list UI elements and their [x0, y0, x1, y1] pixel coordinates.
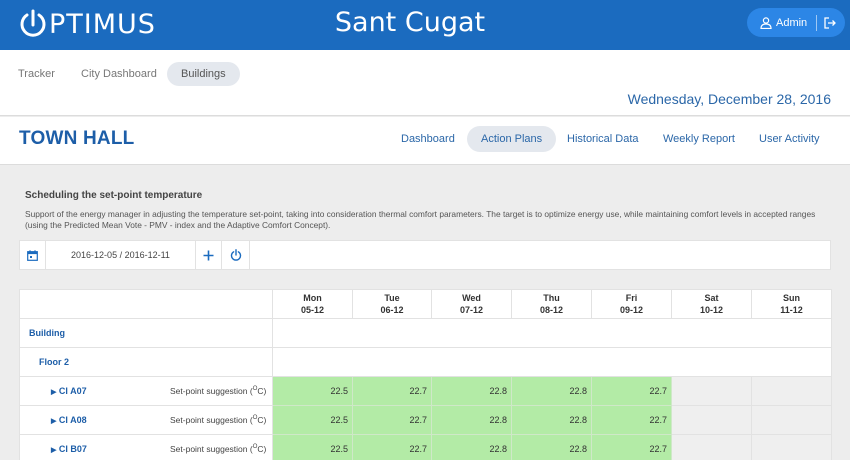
- top-header: PTIMUS Sant Cugat Admin: [0, 0, 850, 50]
- day-header: Tue 06-12: [352, 289, 432, 319]
- setpoint-cell[interactable]: 22.8: [431, 405, 512, 435]
- setpoint-cell[interactable]: 22.7: [352, 376, 432, 406]
- building-row: Building: [19, 318, 832, 348]
- suggestion-label: Set-point suggestion (OC): [170, 415, 267, 425]
- setpoint-cell[interactable]: 22.5: [272, 405, 353, 435]
- setpoint-cell[interactable]: 22.5: [272, 434, 353, 460]
- day-header: Wed 07-12: [431, 289, 512, 319]
- floor-row: Floor 2: [19, 347, 832, 377]
- nav-city-dashboard[interactable]: City Dashboard: [81, 62, 157, 86]
- empty-cell: [751, 376, 832, 406]
- room-name: CI A07: [58, 386, 87, 396]
- calendar-icon: [27, 249, 38, 261]
- setpoint-cell[interactable]: 22.8: [511, 376, 592, 406]
- day-header: Sun 11-12: [751, 289, 832, 319]
- setpoint-cell[interactable]: 22.7: [591, 376, 672, 406]
- room-name: CI A08: [58, 415, 87, 425]
- day-header: Fri 09-12: [591, 289, 672, 319]
- building-label[interactable]: Building: [19, 318, 273, 348]
- setpoint-cell[interactable]: 22.7: [591, 405, 672, 435]
- tab-user-activity[interactable]: User Activity: [759, 126, 820, 152]
- empty-cell: [671, 434, 752, 460]
- city-title: Sant Cugat: [334, 7, 486, 38]
- room-label[interactable]: ▶ CI A08 Set-point suggestion (OC): [19, 405, 273, 435]
- calendar-button[interactable]: [20, 241, 46, 269]
- table-header-row: Mon 05-12 Tue 06-12 Wed 07-12 Thu 08-12 Fri 0…: [19, 289, 832, 319]
- setpoint-cell[interactable]: 22.8: [511, 434, 592, 460]
- table-row: ▶ CI A08 Set-point suggestion (OC) 22.5 …: [19, 405, 832, 435]
- expand-icon: ▶: [51, 418, 57, 425]
- logout-icon[interactable]: [824, 16, 837, 29]
- day-header: Mon 05-12: [272, 289, 353, 319]
- nav-buildings[interactable]: Buildings: [167, 62, 240, 86]
- sub-navigation: Tracker City Dashboard Buildings Wednesd…: [0, 50, 850, 116]
- row-blank: [272, 347, 832, 377]
- day-header: Thu 08-12: [511, 289, 592, 319]
- power-button[interactable]: [222, 241, 250, 269]
- day-header: Sat 10-12: [671, 289, 752, 319]
- schedule-toolbar: 2016-12-05 / 2016-12-11: [19, 240, 831, 270]
- floor-label[interactable]: Floor 2: [19, 347, 273, 377]
- building-bar: TOWN HALL Dashboard Action Plans Histori…: [0, 117, 850, 165]
- plus-icon: [203, 250, 214, 260]
- row-blank: [272, 318, 832, 348]
- setpoint-cell[interactable]: 22.7: [591, 434, 672, 460]
- user-icon: [760, 16, 772, 29]
- user-menu[interactable]: Admin: [747, 8, 845, 37]
- table-row: ▶ CI A07 Set-point suggestion (OC) 22.5 …: [19, 376, 832, 406]
- section-title: Scheduling the set-point temperature: [25, 190, 203, 201]
- setpoint-cell[interactable]: 22.8: [511, 405, 592, 435]
- add-button[interactable]: [196, 241, 222, 269]
- table-row: ▶ CI B07 Set-point suggestion (OC) 22.5 …: [19, 434, 832, 460]
- room-label[interactable]: ▶ CI A07 Set-point suggestion (OC): [19, 376, 273, 406]
- empty-cell: [671, 376, 752, 406]
- nav-tracker[interactable]: Tracker: [18, 62, 55, 86]
- section-description: Support of the energy manager in adjusti…: [25, 209, 816, 230]
- tab-historical-data[interactable]: Historical Data: [567, 126, 639, 152]
- header-corner: [19, 289, 273, 319]
- expand-icon: ▶: [51, 389, 57, 396]
- tab-action-plans[interactable]: Action Plans: [467, 126, 557, 152]
- power-icon: [230, 249, 241, 261]
- empty-cell: [671, 405, 752, 435]
- setpoint-cell[interactable]: 22.8: [431, 434, 512, 460]
- date-range-picker[interactable]: 2016-12-05 / 2016-12-11: [46, 241, 196, 269]
- current-date: Wednesday, December 28, 2016: [627, 91, 831, 107]
- setpoint-cell[interactable]: 22.5: [272, 376, 353, 406]
- setpoint-cell[interactable]: 22.7: [352, 434, 432, 460]
- setpoint-schedule-table: Mon 05-12 Tue 06-12 Wed 07-12 Thu 08-12 Fri 0…: [19, 289, 832, 460]
- tab-weekly-report[interactable]: Weekly Report: [663, 126, 735, 152]
- empty-cell: [751, 434, 832, 460]
- tab-dashboard[interactable]: Dashboard: [401, 126, 455, 152]
- suggestion-label: Set-point suggestion (OC): [170, 444, 267, 454]
- user-name: Admin: [776, 16, 808, 29]
- divider: [816, 14, 818, 31]
- expand-icon: ▶: [51, 447, 57, 454]
- room-label[interactable]: ▶ CI B07 Set-point suggestion (OC): [19, 434, 273, 460]
- room-name: CI B07: [58, 444, 87, 454]
- setpoint-cell[interactable]: 22.8: [431, 376, 512, 406]
- suggestion-label: Set-point suggestion (OC): [170, 386, 267, 396]
- building-title: TOWN HALL: [19, 128, 135, 149]
- setpoint-cell[interactable]: 22.7: [352, 405, 432, 435]
- empty-cell: [751, 405, 832, 435]
